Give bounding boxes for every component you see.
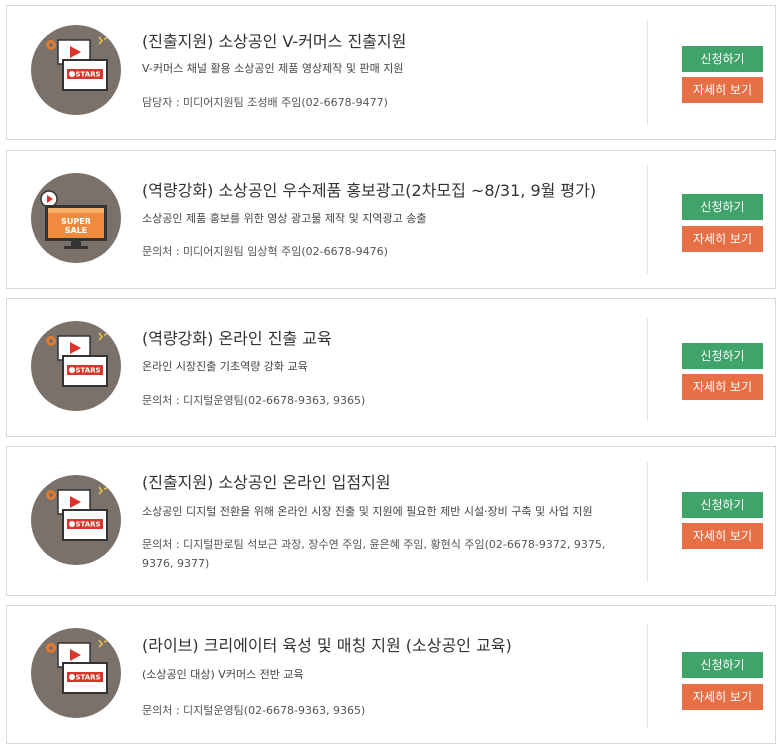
tv-stars-icon: STARS bbox=[31, 628, 121, 718]
tv-super-sale-icon: SUPER SALE bbox=[31, 173, 121, 263]
apply-button[interactable]: 신청하기 bbox=[682, 343, 763, 369]
view-details-button[interactable]: 자세히 보기 bbox=[682, 684, 763, 710]
super-sale-text-1: SUPER bbox=[61, 217, 91, 226]
program-title: (라이브) 크리에이터 육성 및 매칭 지원 (소상공인 교육) bbox=[142, 636, 512, 655]
tv-stars-icon: STARS bbox=[31, 25, 121, 115]
program-card: STARS (역량강화) 온라인 진출 교육 온라인 시장진출 기초역량 강화 … bbox=[6, 298, 776, 437]
view-details-button[interactable]: 자세히 보기 bbox=[682, 374, 763, 400]
divider bbox=[647, 462, 648, 582]
program-contact: 문의처 : 디지털판로팀 석보근 과장, 장수연 주임, 윤은혜 주임, 황현식… bbox=[142, 538, 606, 570]
divider bbox=[647, 20, 648, 125]
view-details-button[interactable]: 자세히 보기 bbox=[682, 226, 763, 252]
tv-stars-icon: STARS bbox=[31, 321, 121, 411]
program-card: STARS (진출지원) 소상공인 V-커머스 진출지원 V-커머스 채널 활용… bbox=[6, 5, 776, 140]
apply-button[interactable]: 신청하기 bbox=[682, 46, 763, 72]
apply-button[interactable]: 신청하기 bbox=[682, 652, 763, 678]
program-description: 소상공인 디지털 전환을 위해 온라인 시장 진출 및 지원에 필요한 제반 시… bbox=[142, 505, 593, 518]
program-description: 소상공인 제품 홍보를 위한 영상 광고물 제작 및 지역광고 송출 bbox=[142, 212, 427, 225]
program-title: (역량강화) 온라인 진출 교육 bbox=[142, 329, 332, 348]
apply-button[interactable]: 신청하기 bbox=[682, 194, 763, 220]
divider bbox=[647, 165, 648, 274]
svg-text:STARS: STARS bbox=[75, 674, 100, 682]
super-sale-text-2: SALE bbox=[65, 226, 88, 235]
program-contact: 문의처 : 미디어지원팀 임상혁 주임(02-6678-9476) bbox=[142, 245, 388, 258]
tv-stars-icon: STARS bbox=[31, 475, 121, 565]
svg-text:STARS: STARS bbox=[75, 71, 100, 79]
view-details-button[interactable]: 자세히 보기 bbox=[682, 77, 763, 103]
svg-text:STARS: STARS bbox=[75, 367, 100, 375]
program-description: V-커머스 채널 활용 소상공인 제품 영상제작 및 판매 지원 bbox=[142, 62, 404, 75]
svg-text:STARS: STARS bbox=[75, 521, 100, 529]
program-title: (역량강화) 소상공인 우수제품 홍보광고(2차모집 ~8/31, 9월 평가) bbox=[142, 181, 597, 200]
program-contact: 문의처 : 디지털운영팀(02-6678-9363, 9365) bbox=[142, 394, 366, 407]
program-description: (소상공인 대상) V커머스 전반 교육 bbox=[142, 668, 304, 681]
divider bbox=[647, 318, 648, 421]
program-description: 온라인 시장진출 기초역량 강화 교육 bbox=[142, 360, 308, 373]
program-card: STARS (진출지원) 소상공인 온라인 입점지원 소상공인 디지털 전환을 … bbox=[6, 446, 776, 596]
program-contact: 담당자 : 미디어지원팀 조성배 주임(02-6678-9477) bbox=[142, 96, 388, 109]
program-card: SUPER SALE (역량강화) 소상공인 우수제품 홍보광고(2차모집 ~8… bbox=[6, 150, 776, 289]
program-card: STARS (라이브) 크리에이터 육성 및 매칭 지원 (소상공인 교육) (… bbox=[6, 605, 776, 744]
program-title: (진출지원) 소상공인 온라인 입점지원 bbox=[142, 473, 391, 492]
divider bbox=[647, 625, 648, 728]
program-contact: 문의처 : 디지털운영팀(02-6678-9363, 9365) bbox=[142, 704, 366, 717]
program-title: (진출지원) 소상공인 V-커머스 진출지원 bbox=[142, 32, 407, 51]
apply-button[interactable]: 신청하기 bbox=[682, 492, 763, 518]
view-details-button[interactable]: 자세히 보기 bbox=[682, 523, 763, 549]
